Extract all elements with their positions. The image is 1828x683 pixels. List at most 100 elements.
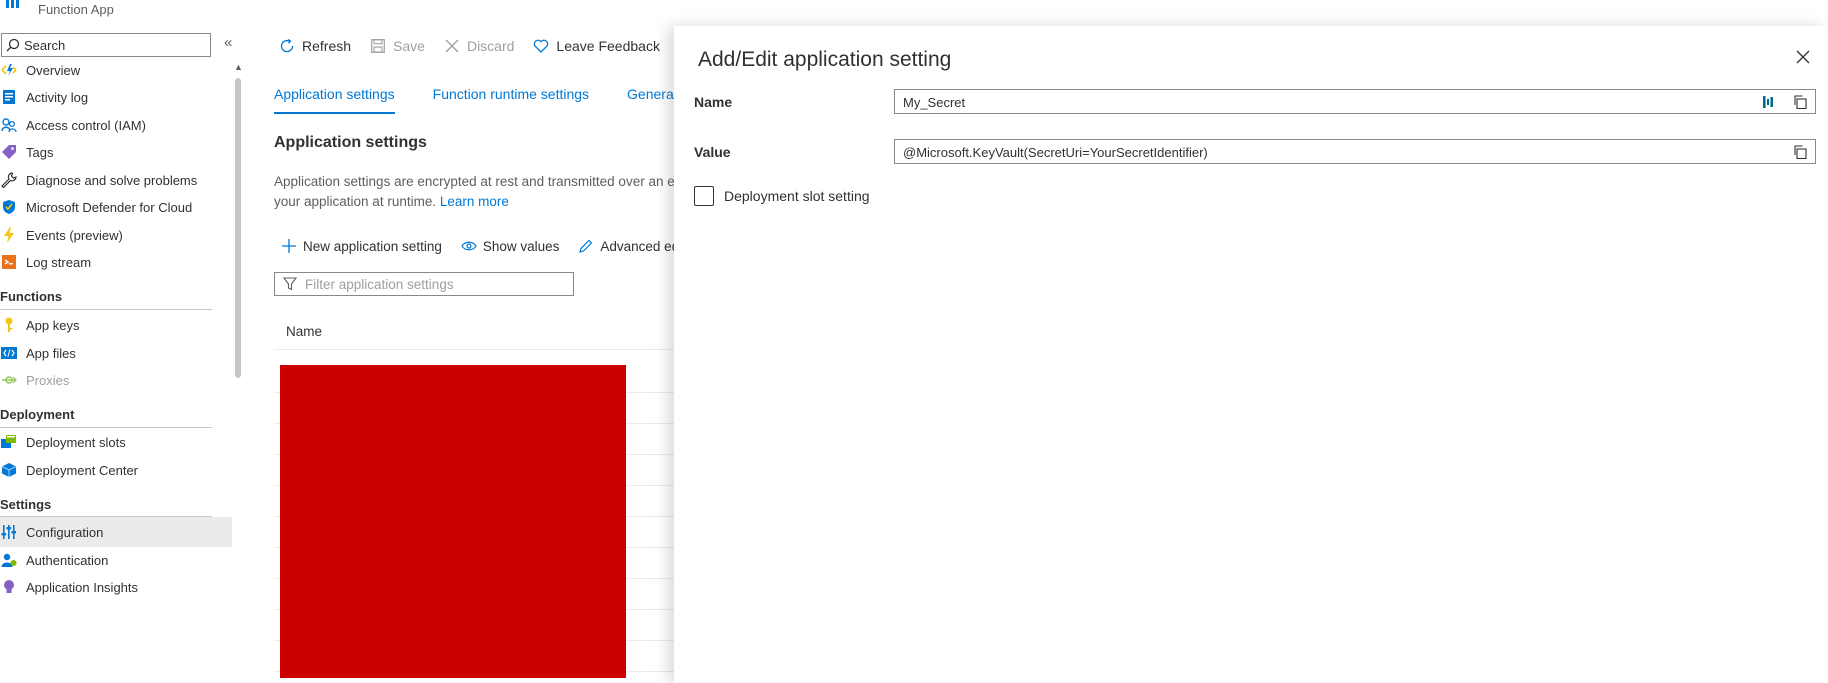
learn-more-link[interactable]: Learn more [440,194,509,209]
tab-function-runtime-settings[interactable]: Function runtime settings [433,82,589,114]
refresh-label: Refresh [302,38,352,54]
refresh-icon [278,37,296,55]
left-navigation: « ▲ Overview Activity log Access control… [0,30,243,683]
tab-general-settings[interactable]: General settings [627,82,678,114]
value-input[interactable] [903,143,1723,161]
column-header-name[interactable]: Name [286,324,322,339]
description-line-2: your application at runtime. Learn more [274,192,678,212]
app-header: Function App [0,0,660,20]
sidebar-item-activity-log[interactable]: Activity log [0,82,232,112]
sidebar-item-label: Deployment slots [26,434,126,450]
sidebar-item-authentication[interactable]: Authentication [0,545,232,575]
advanced-edit-label: Advanced edit [600,238,678,254]
description-line-1: Application settings are encrypted at re… [274,174,678,189]
sidebar-item-deployment-slots[interactable]: Deployment slots [0,427,232,457]
nav-scrollbar[interactable]: ▲ [234,62,243,668]
activity-log-icon [0,88,18,106]
sidebar-item-proxies[interactable]: Proxies [0,365,232,395]
sidebar-item-label: Microsoft Defender for Cloud [26,199,193,215]
save-button[interactable]: Save [369,37,425,55]
show-values-button[interactable]: Show values [460,237,559,255]
shield-icon [0,198,18,216]
sidebar-item-app-files[interactable]: App files [0,338,232,368]
search-icon [6,38,20,52]
sidebar-item-overview[interactable]: Overview [0,55,232,85]
feedback-label: Leave Feedback [556,38,660,54]
name-input[interactable] [903,93,1723,111]
log-stream-icon [0,253,18,271]
sidebar-item-label: Overview [26,62,81,78]
new-application-setting-button[interactable]: New application setting [280,237,442,255]
settings-grid-header: Name [274,314,678,350]
sidebar-item-configuration[interactable]: Configuration [0,517,232,547]
discard-button[interactable]: Discard [443,37,514,55]
discard-label: Discard [466,38,515,54]
section-title: Application settings [274,134,427,151]
filter-settings-input[interactable] [305,275,565,293]
sidebar-item-label: Activity log [26,89,89,105]
description-line-2-text: your application at runtime. [274,194,437,209]
sidebar-item-label: Application Insights [26,579,139,595]
new-setting-label: New application setting [303,238,442,254]
nav-section-settings: Settings [0,497,52,512]
sidebar-item-label: Deployment Center [26,462,138,478]
value-label: Value [694,144,731,160]
deployment-slot-label: Deployment slot setting [724,188,870,204]
app-type-label: Function App [38,2,114,17]
section-description: Application settings are encrypted at re… [274,172,678,212]
cube-icon [0,461,18,479]
panel-title: Add/Edit application setting [698,48,952,71]
heart-icon [532,37,550,55]
sidebar-item-label: App keys [26,317,80,333]
sidebar-item-events[interactable]: Events (preview) [0,220,232,250]
sidebar-item-label: Authentication [26,552,109,568]
lightning-icon [0,226,18,244]
sidebar-item-app-keys[interactable]: App keys [0,310,232,340]
tab-application-settings[interactable]: Application settings [274,82,395,114]
close-icon[interactable] [1794,48,1812,66]
sidebar-item-label: Log stream [26,254,92,270]
redacted-block [280,365,626,678]
wrench-icon [0,171,18,189]
deployment-slot-checkbox[interactable] [694,186,714,206]
sidebar-item-label: Diagnose and solve problems [26,172,198,188]
function-bolt-icon [0,61,18,79]
tag-icon [0,143,18,161]
sidebar-item-defender[interactable]: Microsoft Defender for Cloud [0,192,232,222]
name-field[interactable] [894,89,1816,114]
code-file-icon [0,344,18,362]
sliders-icon [0,523,18,541]
copy-icon[interactable] [1791,93,1809,111]
sidebar-item-log-stream[interactable]: Log stream [0,247,232,277]
scrollbar-thumb[interactable] [235,78,241,378]
sidebar-item-diagnose[interactable]: Diagnose and solve problems [0,165,232,195]
sidebar-item-tags[interactable]: Tags [0,137,232,167]
settings-tabs: Application settings Function runtime se… [274,82,678,114]
people-icon [0,116,18,134]
pencil-icon [577,237,595,255]
scroll-up-icon[interactable]: ▲ [234,62,243,72]
nav-section-deployment: Deployment [0,407,75,422]
collapse-nav-button[interactable]: « [224,35,232,50]
filter-settings-box[interactable] [274,272,574,296]
command-toolbar: Refresh Save Discard Leave Feedback [278,36,678,56]
close-icon [443,37,461,55]
deployment-slot-setting-row[interactable]: Deployment slot setting [694,186,870,206]
refresh-button[interactable]: Refresh [278,37,351,55]
sidebar-item-access-control[interactable]: Access control (IAM) [0,110,232,140]
copy-icon[interactable] [1791,143,1809,161]
advanced-edit-button[interactable]: Advanced edit [577,237,678,255]
proxy-icon [0,371,18,389]
sidebar-item-application-insights[interactable]: Application Insights [0,572,232,602]
plus-icon [280,237,298,255]
main-content: Refresh Save Discard Leave Feedback Appl… [248,22,678,683]
slots-icon [0,433,18,451]
nav-search-box[interactable] [1,33,211,57]
function-app-logo-icon [6,0,19,8]
value-field[interactable] [894,139,1816,164]
nav-search-input[interactable] [24,36,204,54]
password-manager-icon[interactable] [1759,93,1777,111]
leave-feedback-button[interactable]: Leave Feedback [532,37,660,55]
sidebar-item-label: Tags [26,144,54,160]
sidebar-item-deployment-center[interactable]: Deployment Center [0,455,232,485]
